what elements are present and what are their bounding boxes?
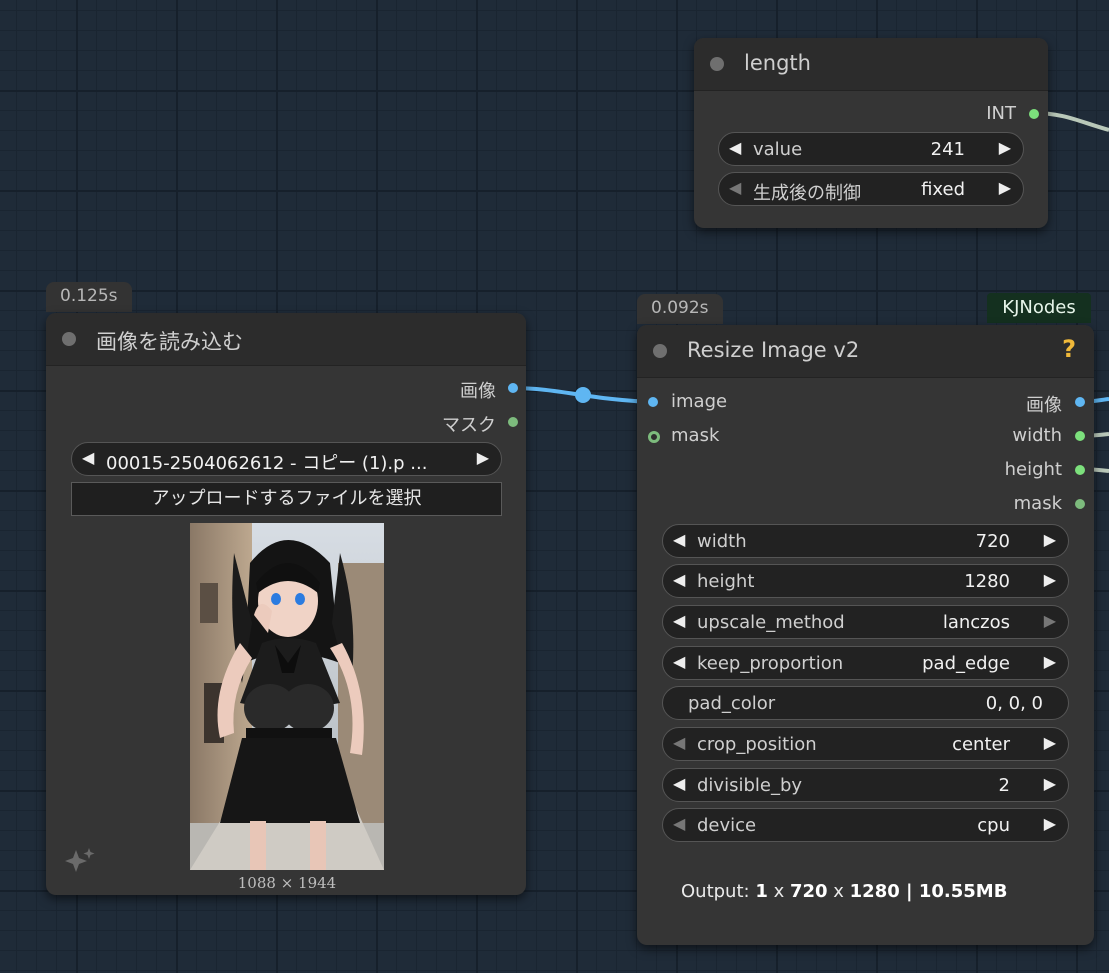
load-image-node[interactable]: 画像を読み込む 画像 マスク ◀ 00015-2504062612 - コピー … — [46, 313, 526, 895]
file-name: 00015-2504062612 - コピー (1).p ... — [106, 453, 428, 474]
widget-value: 1280 — [964, 571, 1010, 592]
output-slot-mask[interactable] — [1075, 499, 1085, 509]
image-file-combo[interactable]: ◀ 00015-2504062612 - コピー (1).p ... ▶ — [71, 442, 502, 476]
upscale-method-widget[interactable]: ◀ upscale_method lanczos ▶ — [662, 605, 1069, 639]
widget-label: value — [753, 139, 803, 160]
output-label-int: INT — [986, 103, 1016, 124]
previous-arrow-icon[interactable]: ◀ — [673, 611, 685, 630]
decrement-arrow-icon[interactable]: ◀ — [729, 178, 741, 197]
widget-value: fixed — [921, 179, 965, 200]
output-slot-int[interactable] — [1029, 109, 1039, 119]
width-widget[interactable]: ◀ width 720 ▶ — [662, 524, 1069, 558]
widget-label: width — [697, 531, 747, 552]
collapse-dot[interactable] — [653, 344, 667, 358]
previous-arrow-icon[interactable]: ◀ — [673, 652, 685, 671]
next-arrow-icon[interactable]: ▶ — [1044, 611, 1056, 630]
widget-value: cpu — [977, 815, 1010, 836]
widget-label: height — [697, 571, 755, 592]
output-prefix: Output: — [681, 881, 756, 902]
widget-value: 720 — [975, 531, 1010, 552]
output-height: 1280 — [849, 881, 900, 902]
crop-position-widget[interactable]: ◀ crop_position center ▶ — [662, 727, 1069, 761]
increment-arrow-icon[interactable]: ▶ — [1044, 774, 1056, 793]
link-midpoint — [575, 387, 591, 403]
previous-arrow-icon[interactable]: ◀ — [673, 733, 685, 752]
output-slot-image[interactable] — [508, 383, 518, 393]
output-sep: x — [767, 881, 790, 902]
collapse-dot[interactable] — [710, 57, 724, 71]
input-label-mask: mask — [671, 425, 720, 446]
widget-label: upscale_method — [697, 612, 845, 633]
widget-label: keep_proportion — [697, 653, 844, 674]
output-sep: x — [827, 881, 850, 902]
next-arrow-icon[interactable]: ▶ — [1044, 814, 1056, 833]
height-widget[interactable]: ◀ height 1280 ▶ — [662, 564, 1069, 598]
source-badge: KJNodes — [987, 293, 1091, 323]
image-dimensions: 1088 × 1944 — [237, 874, 337, 892]
output-size: | 10.55MB — [899, 881, 1008, 902]
widget-label: crop_position — [697, 734, 817, 755]
node-title: 画像を読み込む — [96, 330, 243, 354]
decrement-arrow-icon[interactable]: ◀ — [673, 774, 685, 793]
sparkle-icon[interactable] — [64, 846, 98, 876]
control-after-generate-widget[interactable]: ◀ 生成後の制御 fixed ▶ — [718, 172, 1024, 206]
input-label-image: image — [671, 391, 728, 412]
node-header[interactable]: length — [694, 38, 1048, 91]
device-widget[interactable]: ◀ device cpu ▶ — [662, 808, 1069, 842]
widget-label: divisible_by — [697, 775, 803, 796]
output-label-image: 画像 — [1026, 395, 1062, 416]
output-label-mask: mask — [1013, 493, 1062, 514]
increment-arrow-icon[interactable]: ▶ — [1044, 570, 1056, 589]
widget-label: device — [697, 815, 757, 836]
execution-time-badge: 0.092s — [637, 294, 723, 324]
value-widget[interactable]: ◀ value 241 ▶ — [718, 132, 1024, 166]
widget-value: lanczos — [942, 612, 1010, 633]
increment-arrow-icon[interactable]: ▶ — [1044, 530, 1056, 549]
widget-value: pad_edge — [922, 653, 1010, 674]
decrement-arrow-icon[interactable]: ◀ — [729, 138, 741, 157]
increment-arrow-icon[interactable]: ▶ — [999, 178, 1011, 197]
output-label-width: width — [1012, 425, 1062, 446]
next-arrow-icon[interactable]: ▶ — [1044, 733, 1056, 752]
node-header[interactable]: 画像を読み込む — [46, 313, 526, 366]
node-title: length — [744, 51, 811, 75]
output-label-mask: マスク — [442, 415, 496, 436]
node-title: Resize Image v2 — [687, 338, 860, 362]
decrement-arrow-icon[interactable]: ◀ — [673, 570, 685, 589]
node-header[interactable]: Resize Image v2 ? — [637, 325, 1094, 378]
widget-value: 241 — [930, 139, 965, 160]
output-label-image: 画像 — [460, 381, 496, 402]
image-preview — [190, 523, 384, 870]
input-slot-image[interactable] — [648, 397, 658, 407]
widget-value: center — [952, 734, 1010, 755]
widget-value: 2 — [998, 775, 1010, 796]
length-node[interactable]: length INT ◀ value 241 ▶ ◀ 生成後の制御 fixed … — [694, 38, 1048, 228]
upload-file-button[interactable]: アップロードするファイルを選択 — [71, 482, 502, 516]
next-arrow-icon[interactable]: ▶ — [1044, 652, 1056, 671]
output-slot-width[interactable] — [1075, 431, 1085, 441]
decrement-arrow-icon[interactable]: ◀ — [673, 530, 685, 549]
input-slot-mask[interactable] — [648, 431, 660, 443]
output-slot-height[interactable] — [1075, 465, 1085, 475]
output-slot-image[interactable] — [1075, 397, 1085, 407]
previous-arrow-icon[interactable]: ◀ — [82, 448, 94, 467]
execution-time-badge: 0.125s — [46, 282, 132, 312]
increment-arrow-icon[interactable]: ▶ — [999, 138, 1011, 157]
widget-label: 生成後の制御 — [753, 183, 861, 204]
keep-proportion-widget[interactable]: ◀ keep_proportion pad_edge ▶ — [662, 646, 1069, 680]
previous-arrow-icon[interactable]: ◀ — [673, 814, 685, 833]
pad-color-widget[interactable]: pad_color 0, 0, 0 — [662, 686, 1069, 720]
output-width: 720 — [789, 881, 828, 902]
output-slot-mask[interactable] — [508, 417, 518, 427]
output-info: Output: 1 x 720 x 1280 | 10.55MB — [681, 881, 1007, 902]
widget-value: 0, 0, 0 — [985, 693, 1043, 714]
widget-label: pad_color — [688, 693, 776, 714]
next-arrow-icon[interactable]: ▶ — [477, 448, 489, 467]
output-count: 1 — [755, 881, 768, 902]
help-icon[interactable]: ? — [1062, 335, 1076, 363]
output-label-height: height — [1004, 459, 1062, 480]
collapse-dot[interactable] — [62, 332, 76, 346]
resize-image-node[interactable]: Resize Image v2 ? image mask 画像 width he… — [637, 325, 1094, 945]
divisible-by-widget[interactable]: ◀ divisible_by 2 ▶ — [662, 768, 1069, 802]
